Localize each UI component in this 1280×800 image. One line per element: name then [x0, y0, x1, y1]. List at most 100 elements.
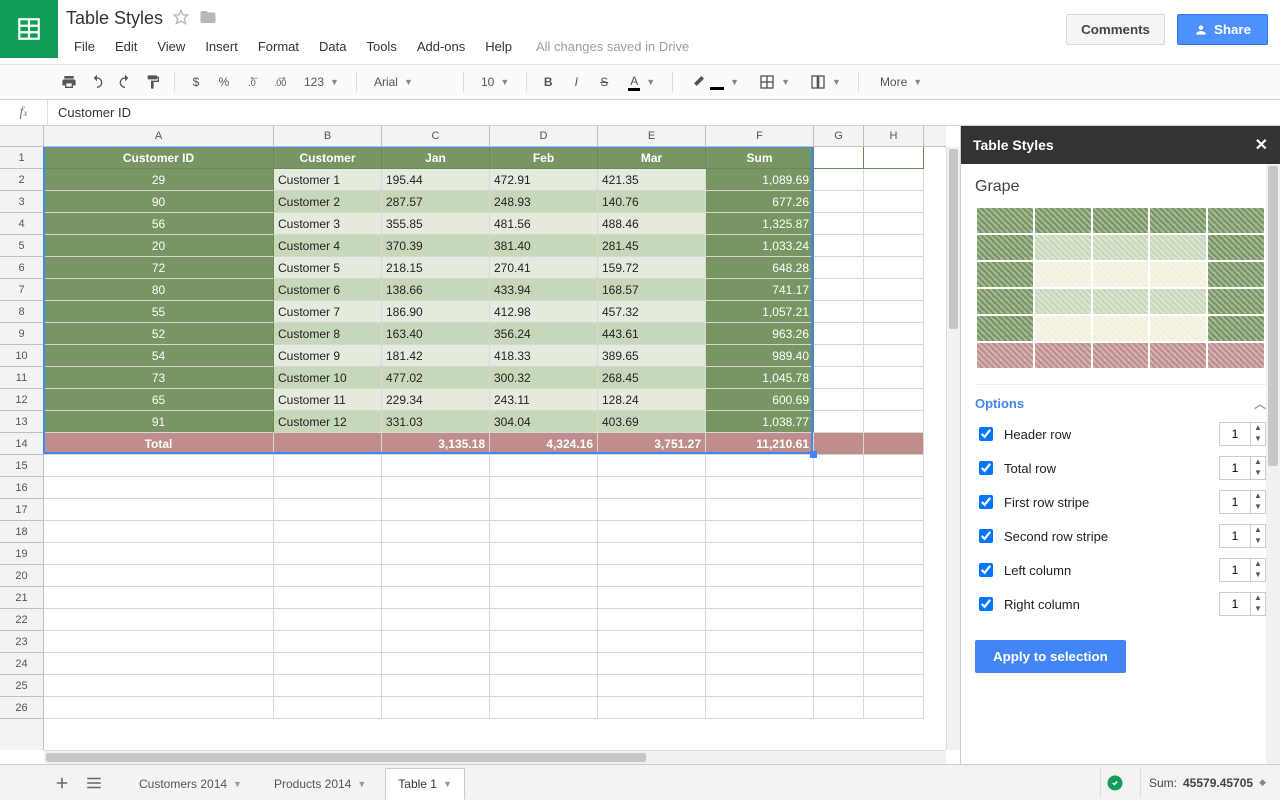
bold-button[interactable]: B: [535, 69, 561, 95]
option-checkbox[interactable]: [979, 597, 993, 611]
option-checkbox[interactable]: [979, 529, 993, 543]
print-icon[interactable]: [56, 69, 82, 95]
spin-down-icon[interactable]: ▼: [1251, 502, 1265, 513]
row-header-11[interactable]: 11: [0, 367, 43, 389]
option-checkbox[interactable]: [979, 461, 993, 475]
sheets-app-icon[interactable]: [0, 0, 58, 58]
inc-decimal-button[interactable]: .00→: [267, 69, 293, 95]
row-header-1[interactable]: 1: [0, 147, 43, 169]
redo-icon[interactable]: [112, 69, 138, 95]
spin-up-icon[interactable]: ▲: [1251, 491, 1265, 502]
option-value[interactable]: [1220, 525, 1250, 547]
option-value[interactable]: [1220, 491, 1250, 513]
spin-up-icon[interactable]: ▲: [1251, 525, 1265, 536]
col-header-E[interactable]: E: [598, 126, 706, 146]
col-header-D[interactable]: D: [490, 126, 598, 146]
option-spinner[interactable]: ▲▼: [1219, 524, 1266, 548]
row-header-13[interactable]: 13: [0, 411, 43, 433]
col-header-F[interactable]: F: [706, 126, 814, 146]
close-icon[interactable]: ✕: [1255, 135, 1268, 155]
star-icon[interactable]: [173, 9, 189, 28]
menu-tools[interactable]: Tools: [358, 35, 404, 58]
option-value[interactable]: [1220, 593, 1250, 615]
paint-format-icon[interactable]: [140, 69, 166, 95]
menu-insert[interactable]: Insert: [197, 35, 246, 58]
vertical-scrollbar[interactable]: [946, 147, 960, 750]
spin-up-icon[interactable]: ▲: [1251, 559, 1265, 570]
col-header-B[interactable]: B: [274, 126, 382, 146]
spin-up-icon[interactable]: ▲: [1251, 457, 1265, 468]
selection-handle[interactable]: [810, 451, 817, 458]
row-header-3[interactable]: 3: [0, 191, 43, 213]
menu-data[interactable]: Data: [311, 35, 354, 58]
italic-button[interactable]: I: [563, 69, 589, 95]
sheet-tab-2[interactable]: Table 1▼: [385, 768, 465, 800]
horizontal-scrollbar[interactable]: [44, 750, 946, 764]
row-header-7[interactable]: 7: [0, 279, 43, 301]
row-header-19[interactable]: 19: [0, 543, 43, 565]
merge-button[interactable]: ▼: [801, 69, 850, 95]
panel-scrollbar[interactable]: [1266, 164, 1280, 764]
share-button[interactable]: Share: [1177, 14, 1268, 45]
option-checkbox[interactable]: [979, 495, 993, 509]
option-value[interactable]: [1220, 559, 1250, 581]
row-header-24[interactable]: 24: [0, 653, 43, 675]
row-header-2[interactable]: 2: [0, 169, 43, 191]
caret-down-icon[interactable]: ▼: [233, 779, 242, 789]
strikethrough-button[interactable]: S: [591, 69, 617, 95]
spreadsheet-grid[interactable]: ABCDEFGH 1234567891011121314151617181920…: [0, 126, 960, 764]
row-header-10[interactable]: 10: [0, 345, 43, 367]
status-ok-icon[interactable]: [1100, 768, 1130, 798]
menu-view[interactable]: View: [149, 35, 193, 58]
row-header-25[interactable]: 25: [0, 675, 43, 697]
menu-help[interactable]: Help: [477, 35, 520, 58]
menu-file[interactable]: File: [66, 35, 103, 58]
row-header-4[interactable]: 4: [0, 213, 43, 235]
col-header-C[interactable]: C: [382, 126, 490, 146]
currency-button[interactable]: $: [183, 69, 209, 95]
caret-down-icon[interactable]: ▼: [443, 779, 452, 789]
row-header-17[interactable]: 17: [0, 499, 43, 521]
font-select[interactable]: Arial▼: [365, 69, 455, 95]
col-header-G[interactable]: G: [814, 126, 864, 146]
sheet-tab-1[interactable]: Products 2014▼: [261, 768, 379, 800]
spin-down-icon[interactable]: ▼: [1251, 434, 1265, 445]
row-header-15[interactable]: 15: [0, 455, 43, 477]
row-header-22[interactable]: 22: [0, 609, 43, 631]
formula-input[interactable]: Customer ID: [48, 105, 1280, 120]
spin-down-icon[interactable]: ▼: [1251, 570, 1265, 581]
row-header-16[interactable]: 16: [0, 477, 43, 499]
more-button[interactable]: More▼: [871, 69, 931, 95]
percent-button[interactable]: %: [211, 69, 237, 95]
row-header-26[interactable]: 26: [0, 697, 43, 719]
option-spinner[interactable]: ▲▼: [1219, 422, 1266, 446]
option-spinner[interactable]: ▲▼: [1219, 592, 1266, 616]
fx-icon[interactable]: fx: [0, 100, 48, 125]
col-header-H[interactable]: H: [864, 126, 924, 146]
comments-button[interactable]: Comments: [1066, 14, 1165, 45]
spin-up-icon[interactable]: ▲: [1251, 593, 1265, 604]
option-spinner[interactable]: ▲▼: [1219, 456, 1266, 480]
spin-down-icon[interactable]: ▼: [1251, 604, 1265, 615]
dec-decimal-button[interactable]: .0←: [239, 69, 265, 95]
row-header-6[interactable]: 6: [0, 257, 43, 279]
option-value[interactable]: [1220, 423, 1250, 445]
row-header-23[interactable]: 23: [0, 631, 43, 653]
spin-down-icon[interactable]: ▼: [1251, 536, 1265, 547]
sheet-tab-0[interactable]: Customers 2014▼: [126, 768, 255, 800]
number-format-select[interactable]: 123▼: [295, 69, 348, 95]
option-value[interactable]: [1220, 457, 1250, 479]
row-header-9[interactable]: 9: [0, 323, 43, 345]
doc-title[interactable]: Table Styles: [66, 8, 163, 29]
all-sheets-button[interactable]: [80, 769, 108, 797]
option-spinner[interactable]: ▲▼: [1219, 490, 1266, 514]
row-header-12[interactable]: 12: [0, 389, 43, 411]
spin-down-icon[interactable]: ▼: [1251, 468, 1265, 479]
row-header-20[interactable]: 20: [0, 565, 43, 587]
option-checkbox[interactable]: [979, 427, 993, 441]
row-header-18[interactable]: 18: [0, 521, 43, 543]
menu-edit[interactable]: Edit: [107, 35, 145, 58]
add-sheet-button[interactable]: [48, 769, 76, 797]
fontsize-select[interactable]: 10▼: [472, 69, 518, 95]
status-sum[interactable]: Sum: 45579.45705 ◆: [1140, 768, 1274, 798]
